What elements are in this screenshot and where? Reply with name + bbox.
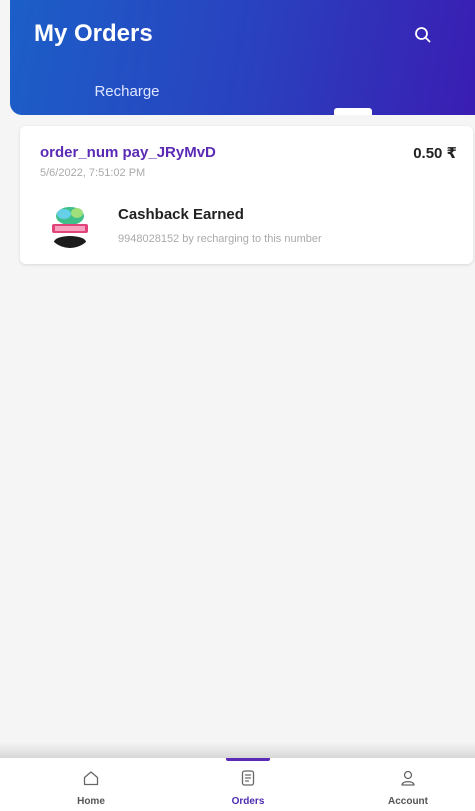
order-date: 5/6/2022, 7:51:02 PM bbox=[40, 167, 146, 179]
nav-item-orders[interactable]: Orders bbox=[188, 758, 308, 811]
order-id: order_num pay_JRyMvD bbox=[40, 144, 216, 161]
app-header: My Orders Recharge bbox=[10, 0, 475, 115]
bottom-nav: Home Orders Account bbox=[0, 758, 475, 811]
nav-label-orders: Orders bbox=[231, 796, 265, 807]
page-title: My Orders bbox=[34, 20, 153, 47]
search-button[interactable] bbox=[410, 22, 436, 48]
tab-recharge[interactable]: Recharge bbox=[62, 78, 192, 104]
search-icon bbox=[415, 27, 431, 43]
home-icon bbox=[83, 771, 99, 786]
orders-empty-area bbox=[0, 272, 475, 742]
order-amount: 0.50 ₹ bbox=[413, 145, 457, 162]
account-icon bbox=[401, 770, 415, 786]
tab-indicator bbox=[334, 108, 372, 115]
nav-shadow bbox=[0, 742, 475, 758]
item-description: 9948028152 by recharging to this number bbox=[118, 233, 322, 245]
nav-label-account: Account bbox=[388, 796, 428, 807]
item-title: Cashback Earned bbox=[118, 206, 244, 223]
nav-item-account[interactable]: Account bbox=[348, 758, 468, 811]
nav-label-home: Home bbox=[77, 796, 105, 807]
order-card[interactable]: order_num pay_JRyMvD 0.50 ₹ 5/6/2022, 7:… bbox=[20, 126, 473, 264]
orders-icon bbox=[241, 770, 255, 786]
nav-item-home[interactable]: Home bbox=[31, 758, 151, 811]
cashback-thumbnail-icon bbox=[46, 200, 94, 248]
